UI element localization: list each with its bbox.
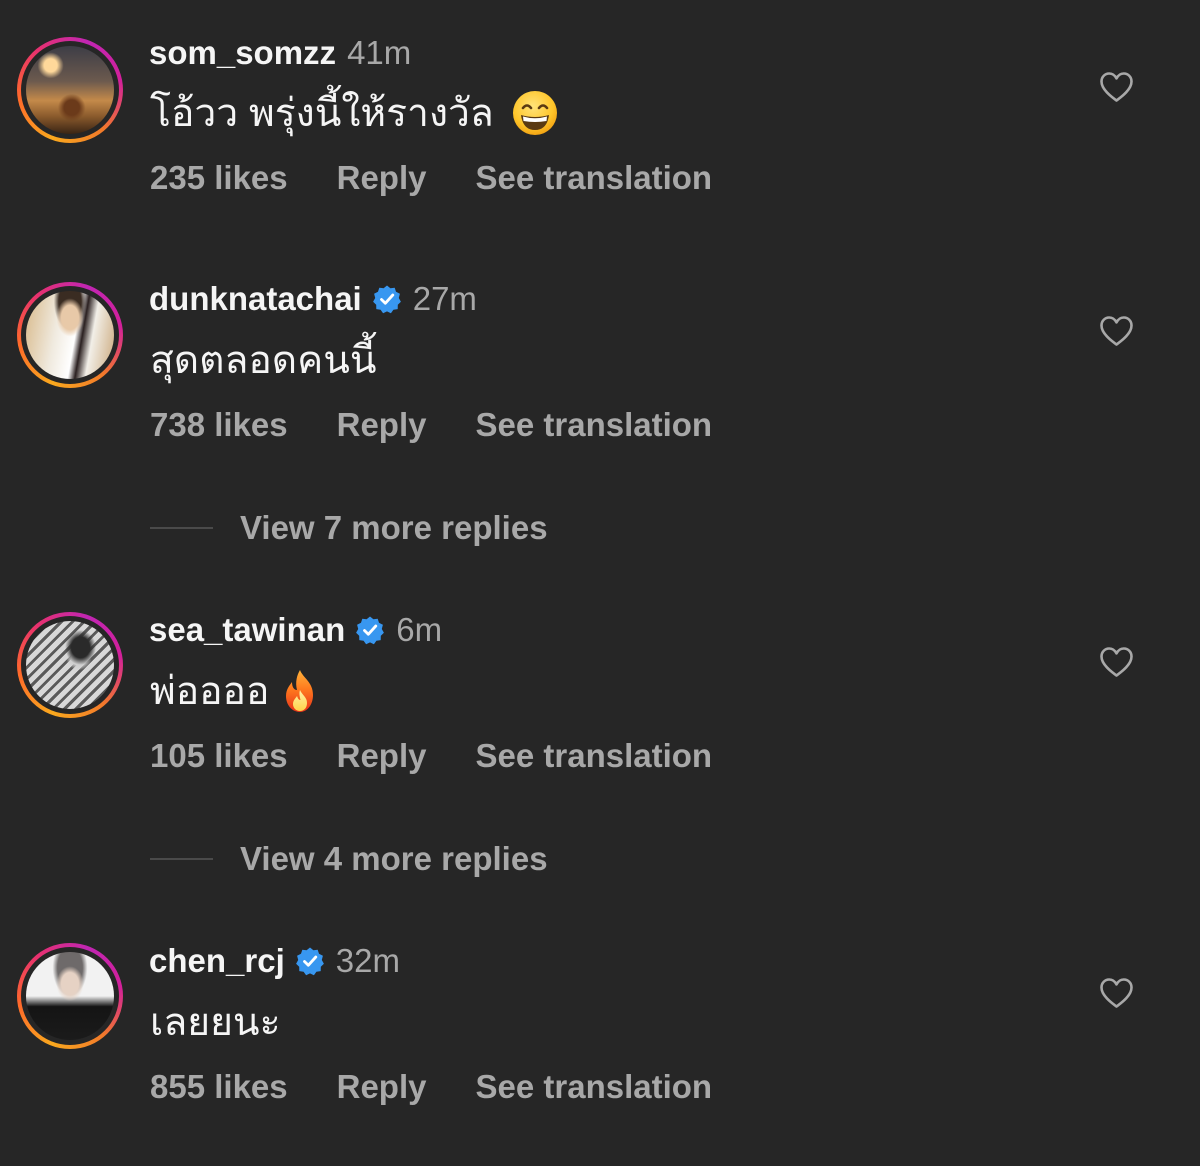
avatar-story-ring[interactable] bbox=[17, 282, 123, 388]
see-translation-button[interactable]: See translation bbox=[476, 1068, 713, 1106]
comment-text: สุดตลอดคนนี้ bbox=[150, 339, 377, 382]
comment-username[interactable]: sea_tawinan bbox=[149, 611, 345, 649]
reply-button[interactable]: Reply bbox=[337, 406, 427, 444]
like-count[interactable]: 738 likes bbox=[150, 406, 288, 444]
reply-button[interactable]: Reply bbox=[337, 1068, 427, 1106]
heart-icon[interactable] bbox=[1099, 646, 1134, 678]
avatar-story-ring[interactable] bbox=[17, 612, 123, 718]
view-replies-label: View 7 more replies bbox=[240, 509, 548, 546]
reply-button[interactable]: Reply bbox=[337, 737, 427, 775]
verified-badge-icon bbox=[372, 285, 401, 314]
comment-text: พ่ออออ bbox=[150, 670, 270, 713]
replies-divider bbox=[150, 858, 213, 860]
see-translation-button[interactable]: See translation bbox=[476, 737, 713, 775]
see-translation-button[interactable]: See translation bbox=[476, 406, 713, 444]
heart-icon[interactable] bbox=[1099, 977, 1134, 1009]
view-replies-label: View 4 more replies bbox=[240, 840, 548, 877]
like-count[interactable]: 855 likes bbox=[150, 1068, 288, 1106]
fire-icon bbox=[286, 670, 314, 712]
avatar bbox=[26, 952, 114, 1040]
view-more-replies-button[interactable]: View 4 more replies bbox=[150, 839, 548, 879]
comment-username[interactable]: chen_rcj bbox=[149, 942, 285, 980]
comment-text: เลยยนะ bbox=[150, 1001, 281, 1044]
verified-badge-icon bbox=[295, 947, 324, 976]
heart-icon[interactable] bbox=[1099, 315, 1134, 347]
comment-timestamp: 27m bbox=[412, 280, 477, 317]
comment-item: chen_rcj 32m เลยยนะ 855 likes Reply See … bbox=[0, 0, 1200, 1105]
view-more-replies-button[interactable]: View 7 more replies bbox=[150, 508, 548, 548]
comment-timestamp: 6m bbox=[396, 611, 443, 648]
verified-badge-icon bbox=[356, 616, 385, 645]
avatar-story-ring[interactable] bbox=[17, 943, 123, 1049]
avatar bbox=[26, 291, 114, 379]
comment-timestamp: 32m bbox=[335, 942, 400, 979]
comment-username[interactable]: dunknatachai bbox=[149, 280, 362, 318]
avatar bbox=[26, 621, 114, 709]
replies-divider bbox=[150, 527, 213, 529]
like-count[interactable]: 105 likes bbox=[150, 737, 288, 775]
